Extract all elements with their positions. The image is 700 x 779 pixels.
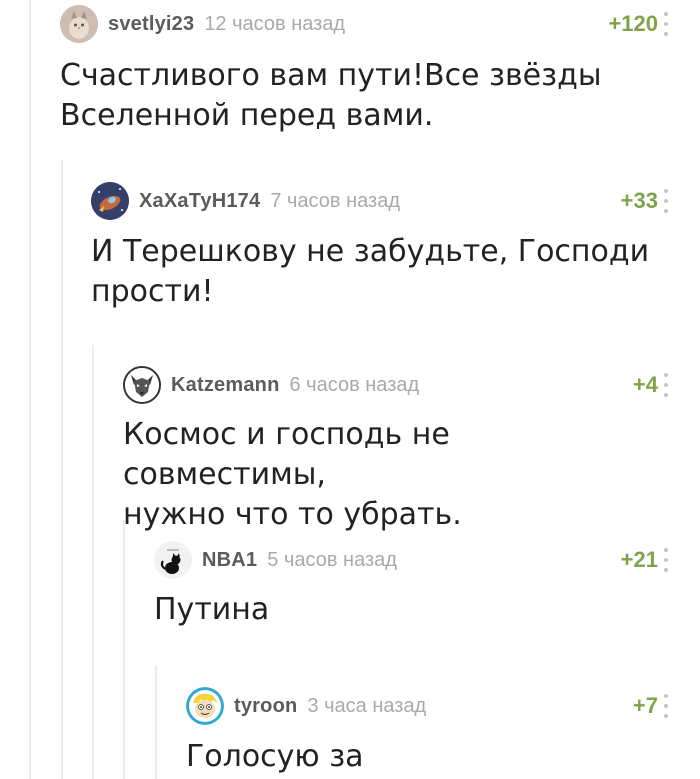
comment: Katzemann 6 часов назад +4 Космос и госп… <box>123 366 700 535</box>
more-options-icon[interactable] <box>664 694 668 718</box>
username[interactable]: svetlyi23 <box>108 13 194 36</box>
cartoon-face-avatar[interactable] <box>186 687 224 725</box>
username[interactable]: ХаХаТуН174 <box>139 190 260 213</box>
timestamp[interactable]: 3 часа назад <box>307 695 426 718</box>
rating-score: +33 <box>620 188 658 213</box>
comment-text: И Терешкову не забудьте, Господи прости! <box>91 234 650 309</box>
timestamp[interactable]: 5 часов назад <box>267 549 397 572</box>
timestamp[interactable]: 7 часов назад <box>270 190 400 213</box>
wolf-mask-icon <box>125 368 159 402</box>
rating-score: +120 <box>608 11 658 36</box>
space-ship-icon <box>91 182 129 220</box>
comment: ХаХаТуН174 7 часов назад +33 И Терешкову… <box>91 182 700 312</box>
rating-score: +4 <box>632 372 658 397</box>
username[interactable]: Katzemann <box>171 374 280 397</box>
more-options-icon[interactable] <box>664 373 668 397</box>
black-cat-icon <box>154 541 192 579</box>
thread-line-level-3 <box>92 345 94 779</box>
comment-header: Katzemann 6 часов назад +4 <box>123 366 700 404</box>
username[interactable]: NBA1 <box>202 549 257 572</box>
wolf-mask-avatar[interactable] <box>123 366 161 404</box>
more-options-icon[interactable] <box>664 548 668 572</box>
comment-text: Счастливого вам пути!Все звёзды Вселенно… <box>60 58 602 133</box>
cat-photo-icon <box>60 5 98 43</box>
comment-header: tyroon 3 часа назад +7 <box>186 687 700 725</box>
cat-photo-avatar[interactable] <box>60 5 98 43</box>
username[interactable]: tyroon <box>234 695 297 718</box>
comment-text: Голосую за <box>186 739 364 774</box>
cartoon-face-icon <box>186 687 224 725</box>
thread-line-level-5 <box>155 665 157 779</box>
comment-header: NBA1 5 часов назад +21 <box>154 541 700 579</box>
rating-score: +21 <box>620 547 658 572</box>
rating-score: +7 <box>632 693 658 718</box>
more-options-icon[interactable] <box>664 189 668 213</box>
comment-header: svetlyi23 12 часов назад +120 <box>60 5 700 43</box>
thread-line-level-4 <box>123 520 125 779</box>
black-cat-avatar[interactable] <box>154 541 192 579</box>
timestamp[interactable]: 6 часов назад <box>290 374 420 397</box>
timestamp[interactable]: 12 часов назад <box>204 13 345 36</box>
comment-text: Путина <box>154 592 270 627</box>
comment: svetlyi23 12 часов назад +120 Счастливог… <box>60 5 700 136</box>
space-ship-avatar[interactable] <box>91 182 129 220</box>
thread-line-level-2 <box>61 160 63 779</box>
comment-header: ХаХаТуН174 7 часов назад +33 <box>91 182 700 220</box>
thread-line-level-1 <box>29 0 31 779</box>
comment-text: Космос и господь не совместимы, нужно чт… <box>123 417 462 532</box>
comment: NBA1 5 часов назад +21 Путина <box>154 541 700 630</box>
more-options-icon[interactable] <box>664 12 668 36</box>
comment: tyroon 3 часа назад +7 Голосую за <box>186 687 700 777</box>
